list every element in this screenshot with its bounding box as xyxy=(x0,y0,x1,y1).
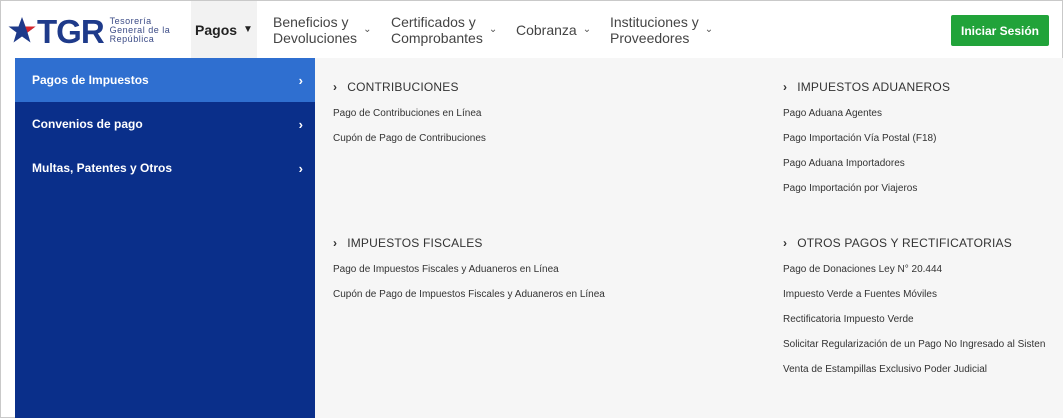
link-venta-estampillas[interactable]: Venta de Estampillas Exclusivo Poder Jud… xyxy=(783,363,1045,388)
nav-beneficios-line-1: Beneficios y xyxy=(273,13,349,30)
link-aduana-agentes[interactable]: Pago Aduana Agentes xyxy=(783,107,950,132)
chevron-down-icon: ⌄ xyxy=(704,24,714,35)
login-button[interactable]: Iniciar Sesión xyxy=(951,15,1049,46)
section-title: › OTROS PAGOS Y RECTIFICATORIAS xyxy=(783,236,1045,250)
section-contribuciones: › CONTRIBUCIONES Pago de Contribuciones … xyxy=(333,80,486,157)
logo-sub-line-3: República xyxy=(109,33,155,44)
chevron-down-icon: ⌄ xyxy=(488,24,498,35)
pagos-sidebar: Pagos de Impuestos › Convenios de pago ›… xyxy=(15,58,315,418)
section-title-text: IMPUESTOS ADUANEROS xyxy=(797,80,951,94)
link-cupon-contribuciones[interactable]: Cupón de Pago de Contribuciones xyxy=(333,132,486,157)
link-regularizacion-pago[interactable]: Solicitar Regularización de un Pago No I… xyxy=(783,338,1045,363)
section-otros: › OTROS PAGOS Y RECTIFICATORIAS Pago de … xyxy=(783,236,1045,388)
nav-pagos[interactable]: Pagos ▼ xyxy=(191,1,257,58)
sidebar-item-pagos-impuestos[interactable]: Pagos de Impuestos › xyxy=(15,58,315,102)
pagos-mega-menu: Pagos de Impuestos › Convenios de pago ›… xyxy=(15,58,1063,418)
nav-certificados-line-2: Comprobantes xyxy=(391,29,483,46)
chevron-right-icon: › xyxy=(298,72,303,88)
nav-instituciones-line-1: Instituciones y xyxy=(610,13,699,30)
chevron-right-icon: › xyxy=(333,236,338,250)
nav-beneficios[interactable]: Beneficios y Devoluciones ⌄ xyxy=(273,1,371,58)
section-title: › IMPUESTOS FISCALES xyxy=(333,236,605,250)
sidebar-item-convenios[interactable]: Convenios de pago › xyxy=(15,102,315,146)
section-aduaneros: › IMPUESTOS ADUANEROS Pago Aduana Agente… xyxy=(783,80,950,207)
link-impuesto-verde[interactable]: Impuesto Verde a Fuentes Móviles xyxy=(783,288,1045,313)
link-donaciones[interactable]: Pago de Donaciones Ley N° 20.444 xyxy=(783,263,1045,288)
section-title-text: OTROS PAGOS Y RECTIFICATORIAS xyxy=(797,236,1012,250)
top-header: TGR Tesorería General de la República Pa… xyxy=(1,1,1062,58)
nav-instituciones[interactable]: Instituciones y Proveedores ⌄ xyxy=(610,1,713,58)
chevron-right-icon: › xyxy=(298,116,303,132)
chevron-right-icon: › xyxy=(298,160,303,176)
chevron-down-icon: ⌄ xyxy=(582,24,592,35)
link-importacion-postal[interactable]: Pago Importación Vía Postal (F18) xyxy=(783,132,950,157)
chevron-down-icon: ▼ xyxy=(243,24,253,35)
chevron-right-icon: › xyxy=(333,80,338,94)
link-pago-contribuciones[interactable]: Pago de Contribuciones en Línea xyxy=(333,107,486,132)
sidebar-item-label: Pagos de Impuestos xyxy=(32,73,149,87)
link-importacion-viajeros[interactable]: Pago Importación por Viajeros xyxy=(783,182,950,207)
nav-pagos-label: Pagos xyxy=(195,21,238,38)
chevron-right-icon: › xyxy=(783,236,788,250)
sidebar-item-label: Convenios de pago xyxy=(32,117,143,131)
nav-certificados-line-1: Certificados y xyxy=(391,13,476,30)
section-title: › IMPUESTOS ADUANEROS xyxy=(783,80,950,94)
logo-subtitle: Tesorería General de la República xyxy=(109,16,171,44)
sidebar-item-label: Multas, Patentes y Otros xyxy=(32,161,173,175)
sidebar-item-multas[interactable]: Multas, Patentes y Otros › xyxy=(15,146,315,190)
link-aduana-importadores[interactable]: Pago Aduana Importadores xyxy=(783,157,950,182)
nav-cobranza[interactable]: Cobranza ⌄ xyxy=(516,1,591,58)
link-cupon-fiscales[interactable]: Cupón de Pago de Impuestos Fiscales y Ad… xyxy=(333,288,605,313)
chevron-down-icon: ⌄ xyxy=(363,24,372,35)
link-rectificatoria-verde[interactable]: Rectificatoria Impuesto Verde xyxy=(783,313,1045,338)
star-icon xyxy=(8,17,36,43)
tgr-logo[interactable]: TGR Tesorería General de la República xyxy=(7,9,191,51)
link-pago-fiscales[interactable]: Pago de Impuestos Fiscales y Aduaneros e… xyxy=(333,263,605,288)
nav-cobranza-label: Cobranza xyxy=(516,21,577,38)
nav-beneficios-line-2: Devoluciones xyxy=(273,29,358,46)
section-title-text: IMPUESTOS FISCALES xyxy=(347,236,483,250)
chevron-right-icon: › xyxy=(783,80,788,94)
nav-certificados[interactable]: Certificados y Comprobantes ⌄ xyxy=(391,1,497,58)
nav-instituciones-line-2: Proveedores xyxy=(610,29,690,46)
section-title-text: CONTRIBUCIONES xyxy=(347,80,459,94)
section-fiscales: › IMPUESTOS FISCALES Pago de Impuestos F… xyxy=(333,236,605,313)
logo-text: TGR xyxy=(37,12,105,50)
section-title: › CONTRIBUCIONES xyxy=(333,80,486,94)
